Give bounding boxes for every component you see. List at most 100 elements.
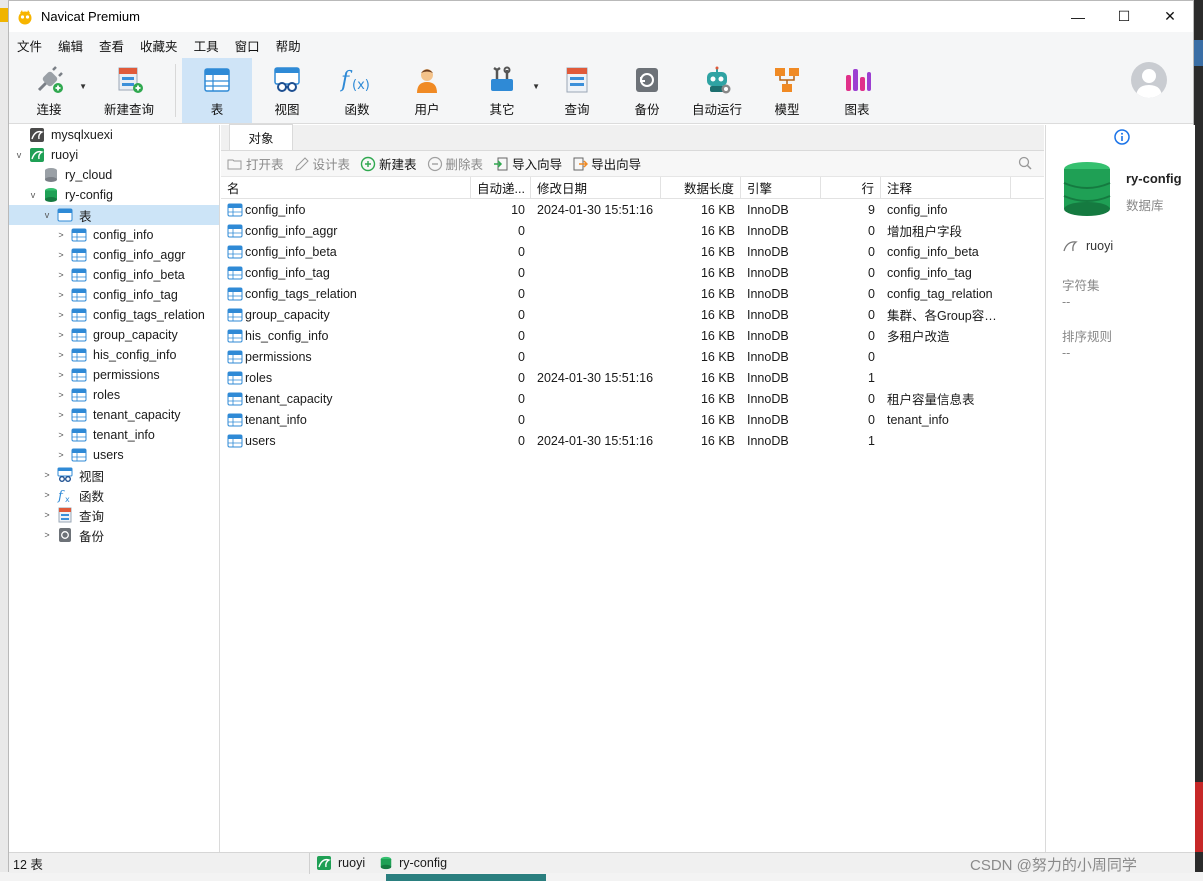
table-row[interactable]: tenant_capacity 0 16 KB InnoDB 0 租户容量信息表: [221, 388, 1044, 409]
cell-engine: InnoDB: [747, 265, 789, 280]
chart-button[interactable]: 图表: [822, 58, 892, 123]
chevron-right-icon[interactable]: >: [41, 490, 53, 500]
chevron-down-icon[interactable]: v: [13, 150, 25, 160]
chevron-right-icon[interactable]: >: [41, 530, 53, 540]
chevron-right-icon[interactable]: >: [41, 470, 53, 480]
table-row[interactable]: config_tags_relation 0 16 KB InnoDB 0 config_…: [221, 283, 1044, 304]
column-header-data-length[interactable]: 数据长度: [661, 176, 741, 199]
tree-table-item[interactable]: > config_info_aggr: [9, 245, 219, 265]
tree-table-item[interactable]: > roles: [9, 385, 219, 405]
tree-table-item[interactable]: > permissions: [9, 365, 219, 385]
automation-button[interactable]: 自动运行: [682, 58, 752, 123]
user-avatar[interactable]: [1131, 62, 1167, 98]
column-header-name[interactable]: 名: [221, 176, 471, 199]
chevron-right-icon[interactable]: >: [55, 250, 67, 260]
table-row[interactable]: roles 0 2024-01-30 15:51:16 16 KB InnoDB 1: [221, 367, 1044, 388]
menu-file[interactable]: 文件: [13, 36, 54, 55]
chevron-right-icon[interactable]: >: [55, 230, 67, 240]
user-button[interactable]: 用户: [392, 58, 462, 123]
chevron-right-icon[interactable]: >: [55, 310, 67, 320]
tree-table-item[interactable]: > tenant_info: [9, 425, 219, 445]
column-header-modified-date[interactable]: 修改日期: [531, 176, 661, 199]
chevron-down-icon[interactable]: v: [41, 210, 53, 220]
column-header-auto-increment[interactable]: 自动递...: [471, 176, 531, 199]
tree-table-item[interactable]: > group_capacity: [9, 325, 219, 345]
export-wizard-button[interactable]: 导出向导: [572, 154, 641, 173]
chevron-right-icon[interactable]: >: [55, 330, 67, 340]
chevron-right-icon[interactable]: >: [55, 270, 67, 280]
tree-views-node[interactable]: > 视图: [9, 465, 219, 485]
minimize-button[interactable]: —: [1055, 1, 1101, 32]
tree-table-item[interactable]: > config_info: [9, 225, 219, 245]
open-table-button[interactable]: 打开表: [227, 154, 284, 173]
column-header-rows[interactable]: 行: [821, 176, 881, 199]
chevron-right-icon[interactable]: >: [55, 290, 67, 300]
menu-tools[interactable]: 工具: [190, 36, 231, 55]
table-row[interactable]: config_info_aggr 0 16 KB InnoDB 0 增加租户字段: [221, 220, 1044, 241]
table-row[interactable]: tenant_info 0 16 KB InnoDB 0 tenant_info: [221, 409, 1044, 430]
chevron-down-icon[interactable]: v: [27, 190, 39, 200]
menu-favorites[interactable]: 收藏夹: [136, 36, 190, 55]
tree-table-item[interactable]: > config_info_tag: [9, 285, 219, 305]
tree-table-item[interactable]: > config_info_beta: [9, 265, 219, 285]
tree-table-item[interactable]: > config_tags_relation: [9, 305, 219, 325]
table-button[interactable]: 表: [182, 58, 252, 123]
close-button[interactable]: ✕: [1147, 1, 1193, 32]
table-row[interactable]: config_info 10 2024-01-30 15:51:16 16 KB Inn…: [221, 199, 1044, 220]
tree-functions-node[interactable]: > fx 函数: [9, 485, 219, 505]
chevron-right-icon[interactable]: >: [55, 450, 67, 460]
maximize-button[interactable]: ☐: [1101, 1, 1147, 32]
other-dropdown-icon[interactable]: ▼: [532, 82, 540, 91]
user-icon: [409, 63, 445, 97]
chevron-right-icon[interactable]: >: [41, 510, 53, 520]
grid-header: 名 自动递... 修改日期 数据长度 引擎 行 注释: [221, 176, 1044, 199]
view-button[interactable]: 视图: [252, 58, 322, 123]
new-query-button[interactable]: 新建查询: [89, 58, 169, 123]
column-header-comment[interactable]: 注释: [881, 176, 1011, 199]
chevron-right-icon[interactable]: >: [55, 390, 67, 400]
backup-button[interactable]: 备份: [612, 58, 682, 123]
tree-table-item[interactable]: > users: [9, 445, 219, 465]
chevron-right-icon[interactable]: >: [55, 430, 67, 440]
table-row[interactable]: config_info_tag 0 16 KB InnoDB 0 config_info_…: [221, 262, 1044, 283]
other-button[interactable]: 其它 ▼: [462, 58, 542, 123]
chevron-right-icon[interactable]: >: [55, 370, 67, 380]
table-row[interactable]: his_config_info 0 16 KB InnoDB 0 多租户改造: [221, 325, 1044, 346]
import-wizard-button[interactable]: 导入向导: [493, 154, 562, 173]
tree-connection-mysqlxuexi[interactable]: mysqlxuexi: [9, 125, 219, 145]
query-button[interactable]: 查询: [542, 58, 612, 123]
connect-label: 连接: [36, 103, 62, 117]
tree-database-ry-cloud[interactable]: ry_cloud: [9, 165, 219, 185]
menu-help[interactable]: 帮助: [272, 36, 313, 55]
menu-view[interactable]: 查看: [95, 36, 136, 55]
menu-edit[interactable]: 编辑: [54, 36, 95, 55]
chevron-right-icon[interactable]: >: [55, 410, 67, 420]
menu-window[interactable]: 窗口: [231, 36, 272, 55]
table-row[interactable]: users 0 2024-01-30 15:51:16 16 KB InnoDB 1: [221, 430, 1044, 451]
column-header-engine[interactable]: 引擎: [741, 176, 821, 199]
table-row[interactable]: permissions 0 16 KB InnoDB 0: [221, 346, 1044, 367]
tab-objects[interactable]: 对象: [229, 124, 293, 150]
tree-database-ry-config[interactable]: v ry-config: [9, 185, 219, 205]
new-table-button[interactable]: 新建表: [360, 154, 417, 173]
tree-table-item[interactable]: > tenant_capacity: [9, 405, 219, 425]
delete-table-button[interactable]: 删除表: [427, 154, 483, 173]
chevron-right-icon[interactable]: >: [55, 350, 67, 360]
connect-button[interactable]: 连接 ▼: [9, 58, 89, 123]
table-icon: [71, 408, 87, 422]
cell-rows: 0: [868, 244, 875, 259]
connect-dropdown-icon[interactable]: ▼: [79, 82, 87, 91]
tree-tables-node[interactable]: v 表: [9, 205, 219, 225]
tree-connection-ruoyi[interactable]: v ruoyi: [9, 145, 219, 165]
model-button[interactable]: 模型: [752, 58, 822, 123]
design-table-button[interactable]: 设计表: [294, 154, 350, 173]
table-row[interactable]: group_capacity 0 16 KB InnoDB 0 集群、各Group容量..…: [221, 304, 1044, 325]
table-row[interactable]: config_info_beta 0 16 KB InnoDB 0 config_info…: [221, 241, 1044, 262]
cell-name: his_config_info: [221, 328, 471, 344]
info-icon[interactable]: [1114, 129, 1130, 145]
tree-queries-node[interactable]: > 查询: [9, 505, 219, 525]
function-button[interactable]: f (x) 函数: [322, 58, 392, 123]
search-icon[interactable]: [1018, 156, 1032, 173]
tree-table-item[interactable]: > his_config_info: [9, 345, 219, 365]
tree-backups-node[interactable]: > 备份: [9, 525, 219, 545]
